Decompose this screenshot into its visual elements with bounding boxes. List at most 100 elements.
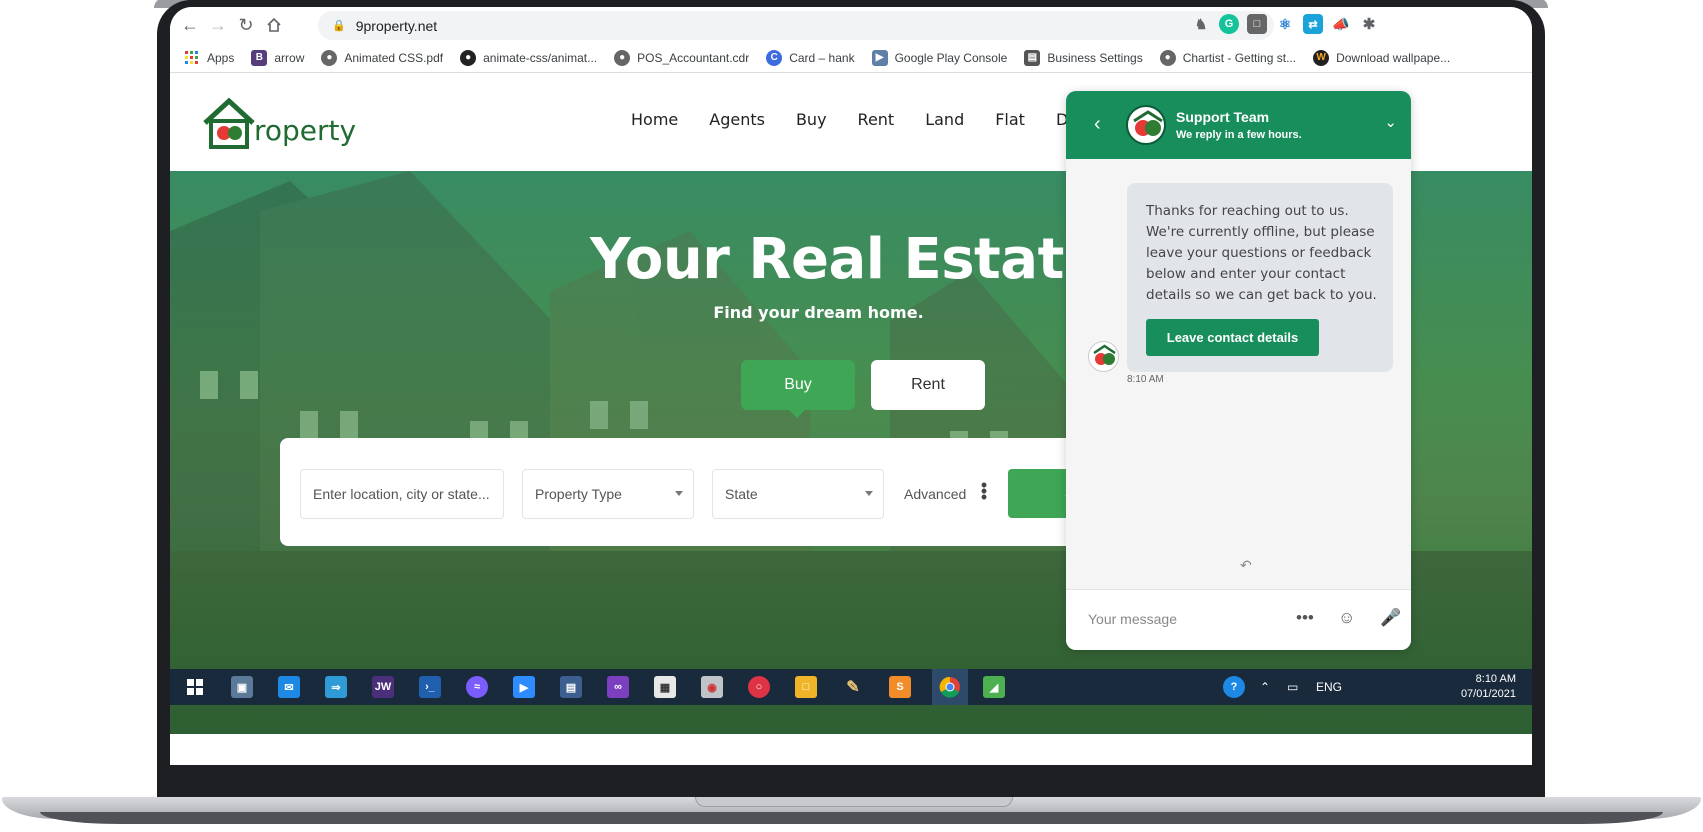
taskbar-app-icon[interactable]: ▣ [231,676,253,698]
clock-date: 07/01/2021 [1460,688,1516,700]
laptop-mockup: ← → ↻ 🔒 9property.net ☆ ♞ G □ ⚛ ⇄ 📣 ✱ [0,0,1703,832]
chevron-down-icon[interactable]: ⌄ [1384,113,1397,131]
sublime-icon[interactable]: S [889,676,911,698]
apps-grid-icon [184,50,200,66]
powershell-icon[interactable]: ›_ [419,676,441,698]
chat-input-bar: Your message ••• ☺ 🎤 [1066,589,1411,650]
chat-team-name: Support Team [1176,109,1270,125]
bookmark-item[interactable]: ▤ Business Settings [1024,49,1143,66]
store-icon[interactable]: ▦ [654,676,676,698]
chat-provider-logo-icon: ↶ [1240,557,1252,573]
mail-icon[interactable]: ✉ [278,676,300,698]
address-bar[interactable]: 🔒 9property.net ☆ [318,11,1274,40]
paint-icon[interactable]: ✎ [842,676,864,698]
jw-icon[interactable]: JW [372,676,394,698]
chat-header: ‹ Support Team We reply in a few hours. … [1066,91,1411,159]
bookmark-item[interactable]: W Download wallpape... [1313,49,1451,66]
property-type-label: Property Type [535,486,622,502]
bookmark-label: POS_Accountant.cdr [637,50,750,65]
bookmark-label: Apps [207,50,235,65]
more-options-icon[interactable]: ••• [1296,608,1314,628]
message-avatar [1088,341,1119,372]
bookmark-item[interactable]: ● Animated CSS.pdf [321,49,444,66]
state-label: State [725,486,758,502]
back-icon[interactable]: ← [176,11,204,39]
logo-text: roperty [254,114,357,147]
advanced-link[interactable]: Advanced [904,486,966,502]
battery-icon[interactable]: ▭ [1287,680,1298,694]
bookmark-label: Animated CSS.pdf [344,50,444,65]
bookmark-item[interactable]: ● Chartist - Getting st... [1159,49,1297,66]
support-avatar [1126,105,1166,145]
url-text: 9property.net [355,17,438,34]
messenger-icon[interactable]: ≈ [466,676,488,698]
visual-studio-icon[interactable]: ∞ [607,676,629,698]
chevron-left-icon[interactable]: ‹ [1094,113,1101,136]
site-logo[interactable]: roperty [202,97,356,151]
chat-message-input[interactable]: Your message [1088,611,1177,627]
bookmark-label: Download wallpape... [1336,50,1451,65]
location-input[interactable]: Enter location, city or state... [300,469,504,519]
emoji-icon[interactable]: ☺ [1338,608,1355,628]
language-indicator[interactable]: ENG [1316,680,1342,694]
tab-buy[interactable]: Buy [741,360,855,418]
windows-start-icon[interactable] [184,676,206,698]
react-devtools-icon[interactable]: ⚛ [1275,14,1295,34]
extension-icon-3[interactable]: □ [1247,14,1267,34]
home-icon[interactable] [260,11,288,39]
help-icon[interactable]: ? [1223,676,1245,698]
clock-time: 8:10 AM [1475,673,1516,685]
record-icon[interactable]: ○ [748,676,770,698]
nav-home[interactable]: Home [631,110,678,129]
microphone-icon[interactable]: 🎤 [1380,608,1401,628]
system-clock[interactable]: 8:10 AM 07/01/2021 [1461,672,1516,702]
bookmark-label: Chartist - Getting st... [1182,50,1297,65]
chrome-icon[interactable] [932,669,968,705]
forward-icon[interactable]: → [204,11,232,39]
taskbar-app-icon[interactable]: ◢ [983,676,1005,698]
bookmark-label: Google Play Console [894,50,1008,65]
nav-land[interactable]: Land [925,110,964,129]
lock-icon: 🔒 [332,20,346,32]
more-vertical-icon[interactable]: • • • [978,476,990,506]
bookmark-label: arrow [274,50,305,65]
taskbar-app-icon[interactable]: ◉ [701,676,723,698]
globe-icon: ● [321,49,338,66]
chevron-up-icon[interactable]: ⌃ [1260,680,1270,694]
nav-agents[interactable]: Agents [709,110,765,129]
extension-icon-5[interactable]: ⇄ [1303,14,1323,34]
state-select[interactable]: State [712,469,884,519]
browser-toolbar: ← → ↻ 🔒 9property.net ☆ ♞ G □ ⚛ ⇄ 📣 ✱ [170,7,1532,43]
extensions-puzzle-icon[interactable]: ✱ [1359,14,1379,34]
taskbar-app-icon[interactable]: ⇒ [325,676,347,698]
bookmark-item[interactable]: B arrow [251,49,305,66]
grammarly-icon[interactable]: G [1219,14,1239,34]
nav-buy[interactable]: Buy [796,110,827,129]
megaphone-icon[interactable]: 📣 [1331,14,1351,34]
network-app-icon[interactable]: ▤ [560,676,582,698]
windows-taskbar: ▣ ✉ ⇒ JW ›_ ≈ ▶ ▤ ∞ ▦ ◉ ○ □ ✎ S ◢ ? ⌃ ▭ … [170,669,1532,705]
bookmark-item[interactable]: ● POS_Accountant.cdr [614,49,750,66]
property-type-select[interactable]: Property Type [522,469,694,519]
nav-rent[interactable]: Rent [858,110,895,129]
globe-icon: ● [614,49,631,66]
leave-contact-details-button[interactable]: Leave contact details [1146,319,1319,356]
laptop-base-shadow [40,812,1663,824]
bookmark-label: animate-css/animat... [483,50,598,65]
w-icon: W [1313,49,1330,66]
chat-message-bubble: Thanks for reaching out to us. We're cur… [1127,183,1393,372]
chat-message-text: Thanks for reaching out to us. We're cur… [1146,203,1377,303]
reload-icon[interactable]: ↻ [232,11,260,39]
tab-rent[interactable]: Rent [871,360,985,410]
file-explorer-icon[interactable]: □ [795,676,817,698]
laptop-notch [695,797,1013,807]
bookmark-item[interactable]: ▶ Google Play Console [871,49,1008,66]
extension-icon-1[interactable]: ♞ [1191,14,1211,34]
zoom-icon[interactable]: ▶ [513,676,535,698]
bookmark-item[interactable]: ● animate-css/animat... [460,49,598,66]
bookmark-item[interactable]: C Card – hank [766,49,855,66]
github-icon: ● [460,49,477,66]
bookmark-item[interactable]: Apps [184,50,234,66]
nav-flat[interactable]: Flat [995,110,1025,129]
chevron-down-icon [865,491,873,496]
